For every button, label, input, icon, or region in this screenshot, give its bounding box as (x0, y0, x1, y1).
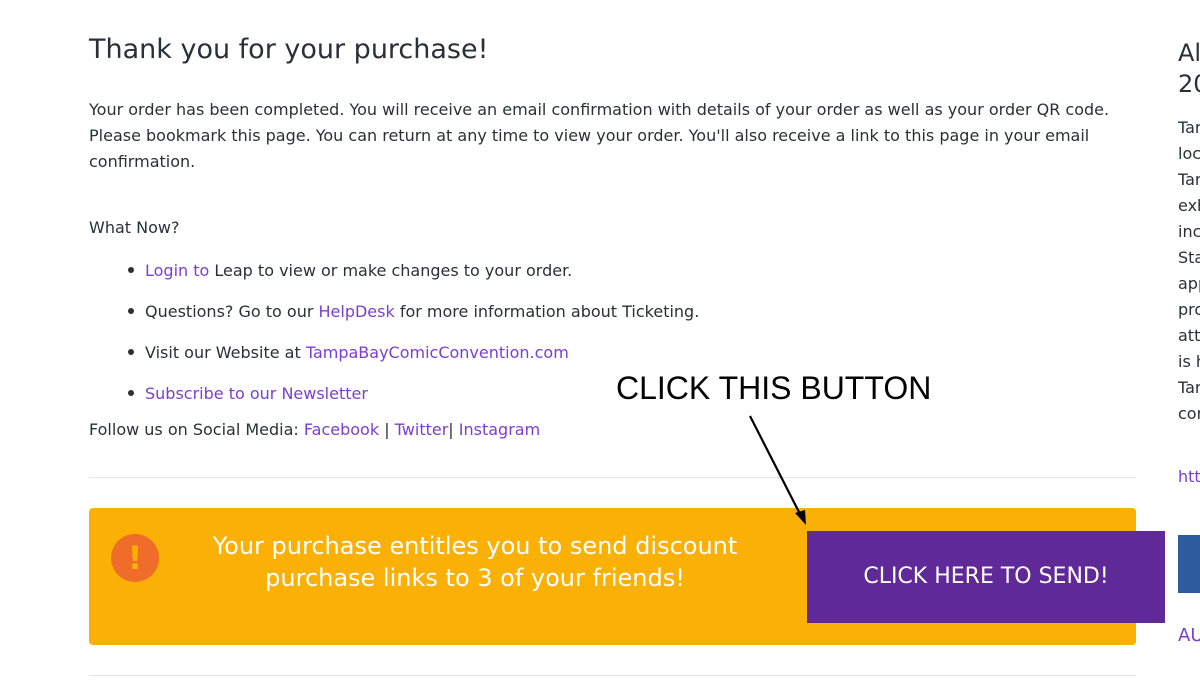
sidebar-link-secondary[interactable]: AU (1178, 625, 1200, 646)
separator: | (448, 420, 454, 439)
login-text: Leap to view or make changes to your ord… (209, 261, 573, 280)
bullet-icon (128, 390, 134, 396)
list-item: Questions? Go to our HelpDesk for more i… (128, 291, 1135, 332)
instagram-link[interactable]: Instagram (459, 420, 540, 439)
exclamation-icon: ! (111, 534, 159, 582)
list-item: Visit our Website at TampaBayComicConven… (128, 332, 1135, 373)
page-title: Thank you for your purchase! (89, 34, 489, 65)
bullet-icon (128, 349, 134, 355)
twitter-link[interactable]: Twitter (395, 420, 449, 439)
website-prefix: Visit our Website at (145, 343, 306, 362)
list-item: Login to Leap to view or make changes to… (128, 250, 1135, 291)
divider (89, 477, 1136, 478)
website-link[interactable]: TampaBayComicConvention.com (306, 343, 569, 362)
helpdesk-prefix: Questions? Go to our (145, 302, 319, 321)
next-steps-list: Login to Leap to view or make changes to… (89, 250, 1135, 414)
facebook-link[interactable]: Facebook (304, 420, 379, 439)
sidebar-title: Al 20 (1178, 39, 1200, 98)
divider (89, 675, 1136, 676)
sidebar-button[interactable] (1178, 535, 1200, 593)
what-now-heading: What Now? (89, 218, 180, 237)
helpdesk-link[interactable]: HelpDesk (319, 302, 395, 321)
annotation-arrow-icon (749, 415, 806, 525)
send-referral-button[interactable]: CLICK HERE TO SEND! (807, 531, 1165, 623)
sidebar-text: Tar loc Tar exh inc Sta app pro att is h… (1178, 118, 1200, 423)
bullet-icon (128, 308, 134, 314)
bullet-icon (128, 267, 134, 273)
right-sidebar: Al 20 Tar loc Tar exh inc Sta app pro at… (1178, 0, 1200, 696)
referral-alert-text: Your purchase entitles you to send disco… (212, 532, 738, 592)
login-link[interactable]: Login to (145, 261, 209, 280)
helpdesk-suffix: for more information about Ticketing. (394, 302, 700, 321)
social-label: Follow us on Social Media: (89, 420, 304, 439)
order-confirmation-text: Your order has been completed. You will … (89, 100, 1110, 171)
newsletter-link[interactable]: Subscribe to our Newsletter (145, 384, 368, 403)
annotation-label: CLICK THIS BUTTON (616, 370, 932, 406)
sidebar-link[interactable]: htt (1178, 467, 1200, 486)
separator: | (384, 420, 390, 439)
social-media-row: Follow us on Social Media: Facebook | Tw… (89, 420, 540, 439)
